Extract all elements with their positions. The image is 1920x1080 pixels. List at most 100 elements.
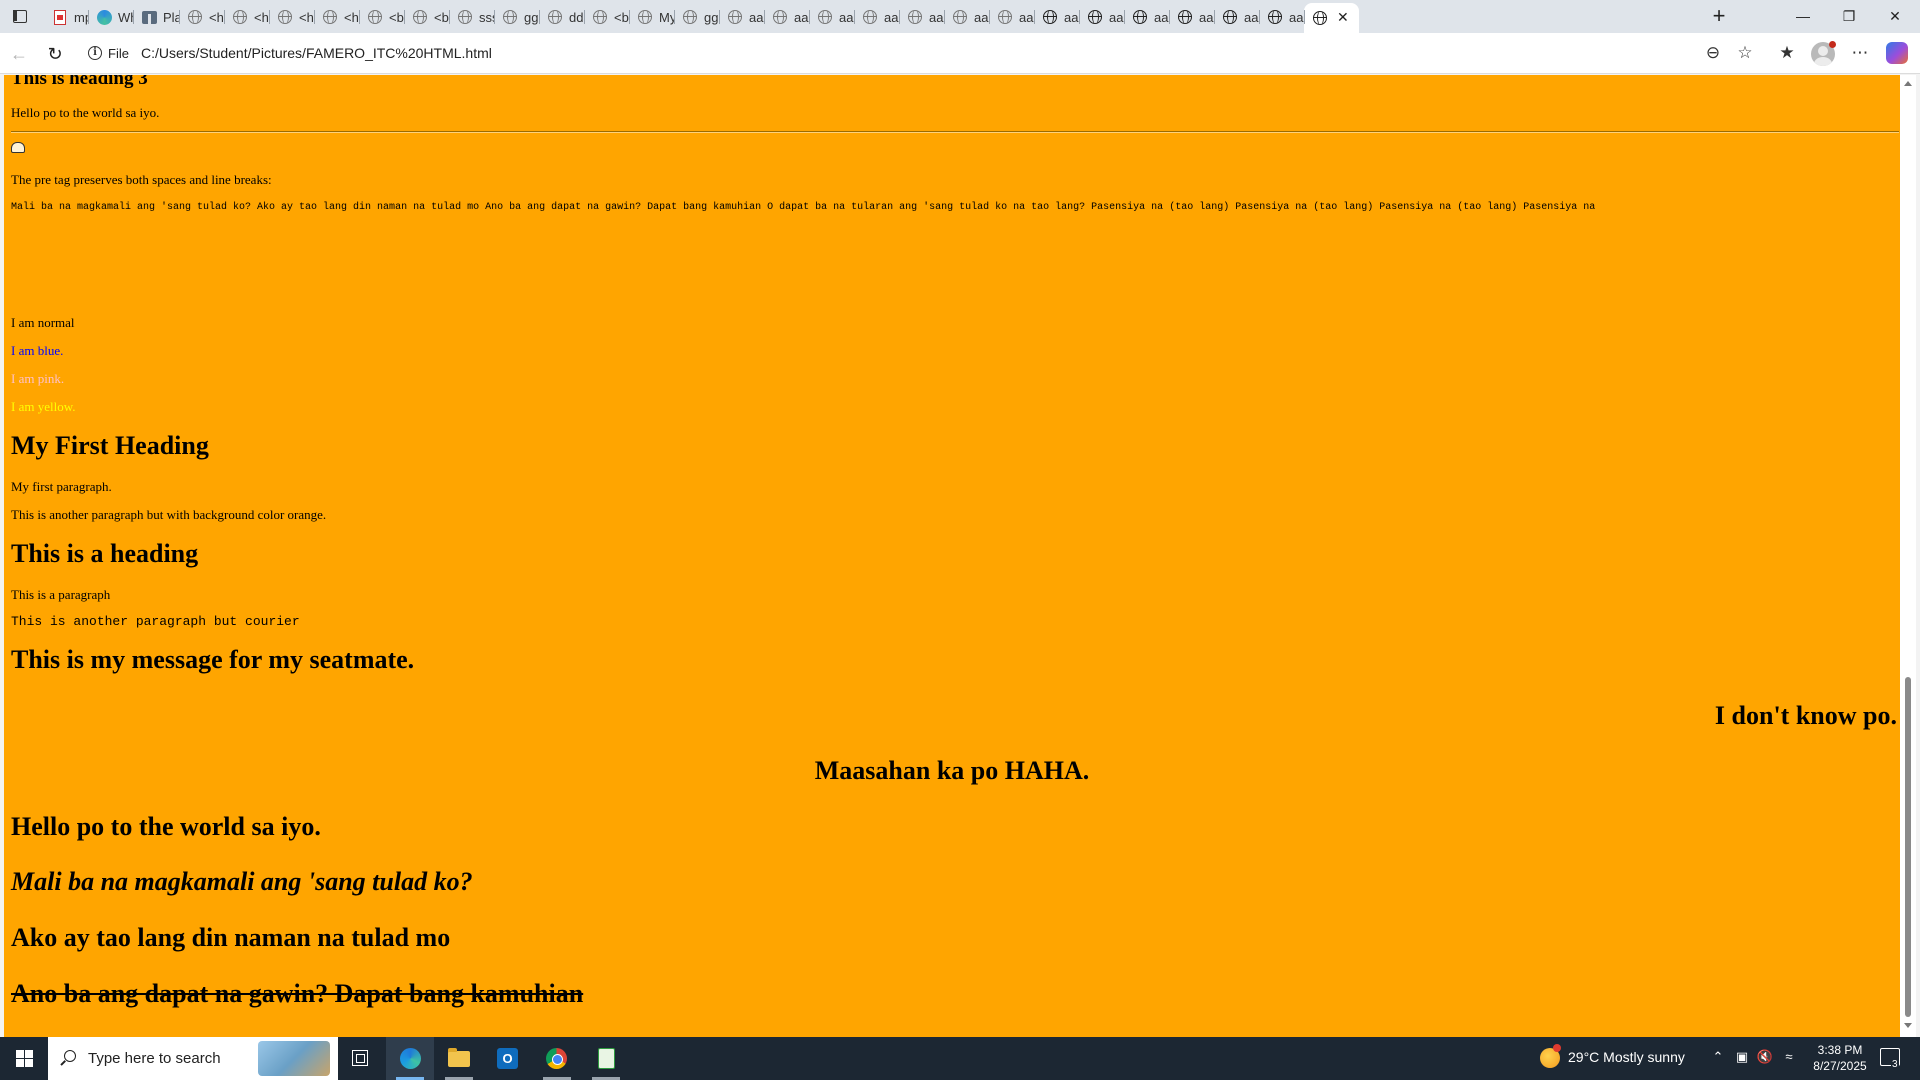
tab-label: aaa bbox=[1064, 9, 1079, 25]
tab-actions-icon[interactable] bbox=[8, 5, 30, 27]
refresh-button[interactable]: ↻ bbox=[42, 41, 68, 67]
close-tab-icon[interactable]: ✕ bbox=[1337, 10, 1351, 24]
globe-icon bbox=[502, 9, 518, 25]
broken-image-icon bbox=[11, 142, 25, 153]
tab[interactable]: aaa bbox=[899, 3, 944, 31]
outlook-taskbar-button[interactable]: O bbox=[484, 1037, 532, 1080]
tab-label: My bbox=[659, 9, 674, 25]
close-window-button[interactable]: ✕ bbox=[1872, 0, 1918, 33]
tab[interactable]: <h1 bbox=[314, 3, 359, 31]
tab[interactable]: Play bbox=[133, 3, 179, 31]
volume-muted-icon[interactable]: 🔇 bbox=[1756, 1049, 1774, 1067]
scroll-down-arrow[interactable] bbox=[1904, 1023, 1912, 1028]
tab[interactable]: aaa bbox=[1079, 3, 1124, 31]
tab[interactable]: aaa bbox=[1259, 3, 1304, 31]
restore-button[interactable]: ❐ bbox=[1826, 0, 1872, 33]
tab[interactable]: ddd bbox=[539, 3, 584, 31]
tab[interactable]: aaa bbox=[764, 3, 809, 31]
first-heading: My First Heading bbox=[11, 431, 209, 460]
browser-toolbar: ← ↻ i File C:/Users/Student/Pictures/FAM… bbox=[0, 33, 1920, 74]
notepad-taskbar-button[interactable] bbox=[582, 1037, 630, 1080]
tab-label: ggg bbox=[704, 9, 719, 25]
centered-heading: Maasahan ka po HAHA. bbox=[814, 756, 1090, 785]
tab-label: <bo bbox=[389, 9, 404, 25]
url-text[interactable]: C:/Users/Student/Pictures/FAMERO_ITC%20H… bbox=[141, 45, 492, 61]
tab[interactable]: aaa bbox=[944, 3, 989, 31]
tab[interactable]: aaa bbox=[1034, 3, 1079, 31]
tab-label: aaa bbox=[1199, 9, 1214, 25]
tab[interactable]: <bo bbox=[359, 3, 404, 31]
tab-label: aaa bbox=[839, 9, 854, 25]
taskbar: Type here to search O 29°C Mostly sunny … bbox=[0, 1037, 1920, 1080]
globe-icon bbox=[772, 9, 788, 25]
tab-list: mp Wh Play <h1 <h1 <h1 <h1 <bo <bo ssss ggg ddd <bo M… bbox=[44, 3, 1359, 33]
search-placeholder: Type here to search bbox=[88, 1050, 221, 1067]
meet-now-icon[interactable]: ▣ bbox=[1733, 1049, 1751, 1067]
tab-label: aaa bbox=[749, 9, 764, 25]
tab[interactable]: ggg bbox=[674, 3, 719, 31]
weather-text[interactable]: 29°C Mostly sunny bbox=[1568, 1049, 1685, 1065]
task-view-button[interactable] bbox=[336, 1037, 384, 1080]
globe-icon bbox=[412, 9, 428, 25]
system-clock[interactable]: 3:38 PM 8/27/2025 bbox=[1806, 1042, 1874, 1074]
first-paragraph: My first paragraph. bbox=[11, 479, 112, 494]
minimize-button[interactable]: — bbox=[1780, 0, 1826, 33]
more-options-icon[interactable]: ⋯ bbox=[1849, 42, 1871, 64]
blue-text: I am blue. bbox=[11, 343, 64, 358]
taskbar-search-box[interactable]: Type here to search bbox=[48, 1037, 338, 1080]
globe-icon bbox=[187, 9, 203, 25]
tab-label: <bo bbox=[434, 9, 449, 25]
tab[interactable]: ssss bbox=[449, 3, 494, 31]
copilot-icon[interactable] bbox=[1886, 42, 1908, 64]
tab[interactable]: aaa bbox=[719, 3, 764, 31]
globe-icon bbox=[682, 9, 698, 25]
tab[interactable]: aaa bbox=[1124, 3, 1169, 31]
tab[interactable]: My bbox=[629, 3, 674, 31]
tab[interactable]: <h1 bbox=[269, 3, 314, 31]
tab[interactable]: aaa bbox=[1214, 3, 1259, 31]
file-explorer-taskbar-button[interactable] bbox=[435, 1037, 483, 1080]
tab[interactable]: <bo bbox=[404, 3, 449, 31]
zoom-icon[interactable]: ⊖ bbox=[1702, 42, 1724, 64]
show-hidden-icons-chevron-icon[interactable]: ⌃ bbox=[1710, 1049, 1726, 1067]
playground-icon bbox=[141, 9, 157, 25]
tab[interactable]: aaa bbox=[989, 3, 1034, 31]
tab-label: ggg bbox=[524, 9, 539, 25]
globe-icon bbox=[367, 9, 383, 25]
tab[interactable]: aaa bbox=[809, 3, 854, 31]
chrome-taskbar-button[interactable] bbox=[533, 1037, 581, 1080]
new-tab-button[interactable]: + bbox=[1705, 3, 1733, 31]
scrollbar-thumb[interactable] bbox=[1905, 677, 1911, 1017]
start-button[interactable] bbox=[0, 1037, 48, 1080]
tab-label: <bo bbox=[614, 9, 629, 25]
vertical-scrollbar[interactable] bbox=[1900, 75, 1916, 1037]
tab-active[interactable]: ✕ bbox=[1304, 3, 1359, 33]
edge-taskbar-button[interactable] bbox=[386, 1037, 434, 1080]
tab[interactable]: <h1 bbox=[179, 3, 224, 31]
globe-dark-icon bbox=[1087, 9, 1103, 25]
tab[interactable]: Wh bbox=[88, 3, 133, 31]
hello-paragraph: Hello po to the world sa iyo. bbox=[11, 105, 160, 120]
scroll-up-arrow[interactable] bbox=[1904, 81, 1912, 86]
favorites-icon[interactable]: ★ bbox=[1776, 42, 1798, 64]
tab[interactable]: aaa bbox=[1169, 3, 1214, 31]
tab[interactable]: <bo bbox=[584, 3, 629, 31]
globe-icon bbox=[727, 9, 743, 25]
courier-paragraph: This is another paragraph but courier bbox=[11, 614, 300, 629]
address-bar[interactable]: i File C:/Users/Student/Pictures/FAMERO_… bbox=[76, 38, 1766, 69]
preformatted-lyrics: Mali ba na magkamali ang 'sang tulad ko?… bbox=[11, 202, 1596, 213]
clock-time: 3:38 PM bbox=[1817, 1043, 1863, 1057]
edge-icon bbox=[96, 9, 112, 25]
tab-label: Wh bbox=[118, 9, 133, 25]
favorite-star-icon[interactable]: ☆ bbox=[1734, 42, 1756, 64]
tab[interactable]: <h1 bbox=[224, 3, 269, 31]
back-button[interactable]: ← bbox=[6, 41, 32, 67]
pink-text: I am pink. bbox=[11, 371, 65, 386]
tab-label: aaa bbox=[1244, 9, 1259, 25]
tab[interactable]: aaa bbox=[854, 3, 899, 31]
globe-icon bbox=[817, 9, 833, 25]
tab[interactable]: mp bbox=[44, 3, 88, 31]
network-icon[interactable]: ≈ bbox=[1780, 1049, 1798, 1067]
info-icon[interactable]: i bbox=[88, 46, 102, 60]
tab[interactable]: ggg bbox=[494, 3, 539, 31]
